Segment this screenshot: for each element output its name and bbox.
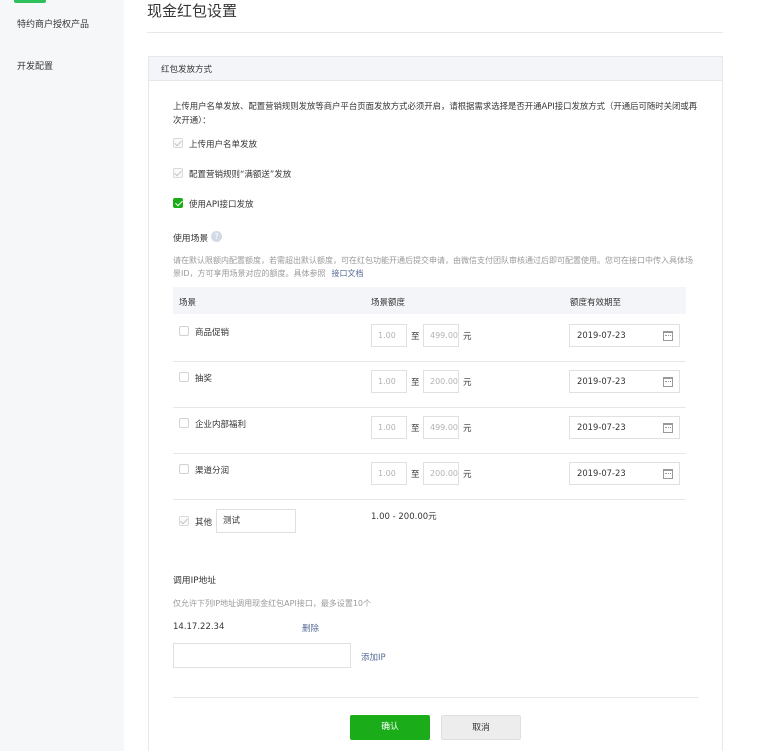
sidebar: 特约商户授权产品 开发配置 — [0, 0, 124, 751]
scene-name: 抽奖 — [195, 374, 213, 384]
to-label: 至 — [411, 332, 420, 342]
calendar-icon[interactable] — [663, 423, 673, 433]
sidebar-item-dev-config[interactable]: 开发配置 — [17, 59, 53, 72]
unit-label: 元 — [463, 332, 472, 342]
scene-other-range: 1.00 - 200.00元 — [371, 512, 437, 522]
footer-divider — [173, 697, 698, 698]
scene-name: 商品促销 — [195, 328, 230, 338]
to-label: 至 — [411, 424, 420, 434]
row-divider — [173, 453, 686, 454]
delete-ip-link[interactable]: 删除 — [302, 622, 319, 634]
cancel-button[interactable]: 取消 — [441, 715, 521, 740]
expiry-date-input[interactable]: 2019-07-23 — [569, 462, 680, 485]
expiry-date-value: 2019-07-23 — [577, 422, 626, 432]
option-api-checkbox[interactable] — [173, 198, 183, 208]
panel-header: 红包发放方式 — [149, 57, 722, 81]
quota-max-input[interactable]: 499.00 — [423, 416, 459, 439]
api-doc-link[interactable]: 接口文档 — [332, 269, 364, 278]
calendar-icon[interactable] — [663, 377, 673, 387]
send-mode-description: 上传用户名单发放、配置营销规则发放等商户平台页面发放方式必须开启，请根据需求选择… — [173, 101, 698, 125]
expiry-date-value: 2019-07-23 — [577, 330, 626, 340]
add-ip-link[interactable]: 添加IP — [361, 651, 386, 663]
quota-min-input[interactable]: 1.00 — [371, 462, 407, 485]
to-label: 至 — [411, 378, 420, 388]
option-upload-list-checkbox — [173, 138, 183, 148]
quota-min-input[interactable]: 1.00 — [371, 370, 407, 393]
quota-max-input[interactable]: 499.00 — [423, 324, 459, 347]
to-label: 至 — [411, 470, 420, 480]
scene-name: 企业内部福利 — [195, 420, 247, 430]
expiry-date-value: 2019-07-23 — [577, 376, 626, 386]
confirm-button[interactable]: 确认 — [350, 715, 430, 740]
column-expiry: 额度有效期至 — [570, 298, 622, 308]
calendar-icon[interactable] — [663, 331, 673, 341]
scenes-title: 使用场景 — [173, 234, 209, 244]
ip-title: 调用IP地址 — [173, 576, 217, 586]
expiry-date-input[interactable]: 2019-07-23 — [569, 416, 680, 439]
ip-address: 14.17.22.34 — [173, 622, 225, 632]
ip-note: 仅允许下列IP地址调用现金红包API接口，最多设置10个 — [173, 599, 372, 608]
expiry-date-input[interactable]: 2019-07-23 — [569, 370, 680, 393]
sidebar-item-merchant-auth[interactable]: 特约商户授权产品 — [17, 17, 89, 30]
quota-min-input[interactable]: 1.00 — [371, 324, 407, 347]
column-quota: 场景额度 — [371, 298, 406, 308]
option-api-label[interactable]: 使用API接口发放 — [189, 198, 253, 210]
scene-checkbox[interactable] — [179, 326, 189, 336]
question-circle-icon[interactable]: ? — [211, 231, 222, 242]
option-marketing-rule-checkbox — [173, 168, 183, 178]
unit-label: 元 — [463, 424, 472, 434]
option-marketing-rule-label: 配置营销规则“满额送”发放 — [189, 170, 292, 180]
page-title: 现金红包设置 — [147, 2, 238, 20]
active-indicator — [14, 0, 46, 3]
unit-label: 元 — [463, 470, 472, 480]
column-scene: 场景 — [179, 298, 197, 308]
row-divider — [173, 361, 686, 362]
quota-max-input[interactable]: 200.00 — [423, 370, 459, 393]
scenes-note-text: 请在默认限额内配置额度，若需超出默认额度，可在红包功能开通后提交申请，由微信支付… — [173, 256, 693, 278]
panel-header-title: 红包发放方式 — [161, 65, 213, 75]
scene-checkbox[interactable] — [179, 464, 189, 474]
scenes-table-header: 场景 场景额度 额度有效期至 — [173, 287, 686, 314]
expiry-date-value: 2019-07-23 — [577, 468, 626, 478]
scene-checkbox[interactable] — [179, 372, 189, 382]
row-divider — [173, 499, 686, 500]
expiry-date-input[interactable]: 2019-07-23 — [569, 324, 680, 347]
title-divider — [147, 32, 723, 33]
quota-min-input[interactable]: 1.00 — [371, 416, 407, 439]
quota-max-input[interactable]: 200.00 — [423, 462, 459, 485]
scene-other-input[interactable]: 测试 — [216, 509, 296, 533]
row-divider — [173, 407, 686, 408]
calendar-icon[interactable] — [663, 469, 673, 479]
option-upload-list-label: 上传用户名单发放 — [189, 140, 258, 150]
ip-input[interactable] — [173, 643, 351, 668]
scene-other-label: 其他 — [195, 518, 213, 528]
scene-other-checkbox — [179, 516, 189, 526]
unit-label: 元 — [463, 378, 472, 388]
scenes-note: 请在默认限额内配置额度，若需超出默认额度，可在红包功能开通后提交申请，由微信支付… — [173, 254, 693, 280]
scene-name: 渠道分润 — [195, 466, 230, 476]
scene-checkbox[interactable] — [179, 418, 189, 428]
